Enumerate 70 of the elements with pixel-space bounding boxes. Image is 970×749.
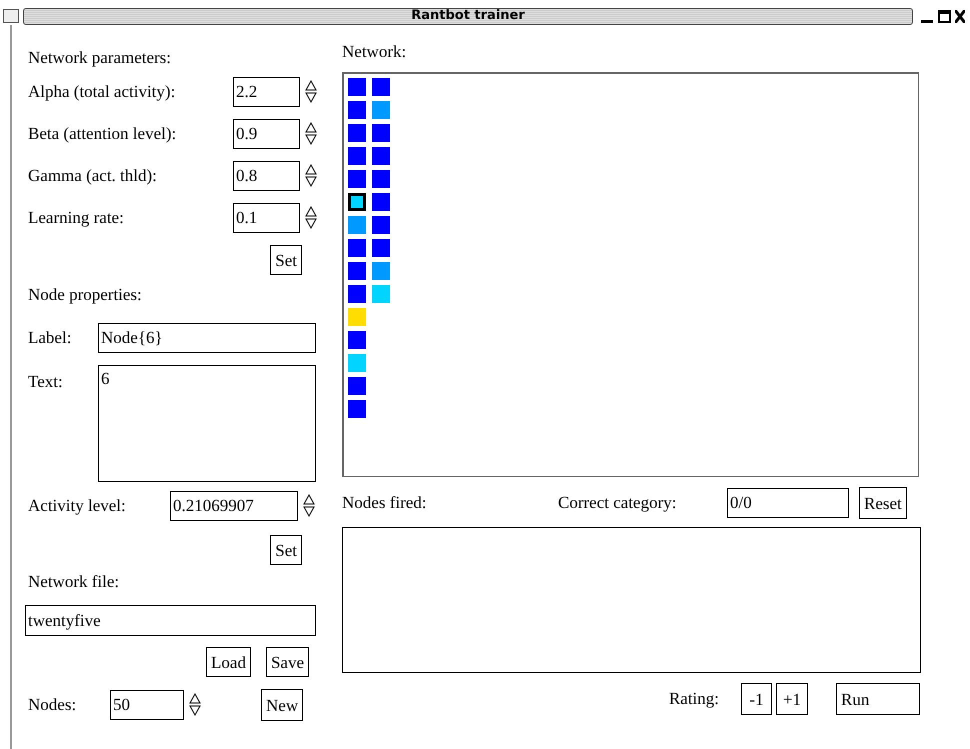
- input-field[interactable]: 2.2: [233, 77, 300, 107]
- network-node[interactable]: [372, 193, 390, 211]
- network-node[interactable]: [372, 78, 390, 96]
- network-node[interactable]: [348, 239, 366, 257]
- network-node[interactable]: [348, 308, 366, 326]
- label: Nodes fired:: [342, 492, 428, 514]
- network-node[interactable]: [348, 124, 366, 142]
- network-node[interactable]: [348, 331, 366, 349]
- network-node[interactable]: [348, 170, 366, 188]
- network-node[interactable]: [372, 262, 390, 280]
- action-button[interactable]: Run: [836, 683, 920, 715]
- network-node[interactable]: [372, 216, 390, 234]
- network-node[interactable]: [348, 354, 366, 372]
- network-node[interactable]: [348, 216, 366, 234]
- network-node[interactable]: [372, 147, 390, 165]
- input-field[interactable]: 0.8: [233, 161, 300, 191]
- close-icon[interactable]: [955, 10, 965, 22]
- label: Alpha (total activity):: [28, 81, 176, 104]
- input-field[interactable]: 0.21069907: [170, 491, 298, 521]
- spinner-arrows-icon[interactable]: [305, 80, 317, 104]
- action-button[interactable]: Set: [270, 245, 302, 275]
- spinner-arrows-icon[interactable]: [189, 693, 201, 717]
- network-node[interactable]: [372, 170, 390, 188]
- network-node[interactable]: [348, 78, 366, 96]
- spinner-arrows-icon[interactable]: [305, 206, 317, 230]
- section-heading: Network:: [342, 41, 406, 64]
- input-field[interactable]: 0.1: [233, 203, 300, 233]
- label: Correct category:: [558, 492, 678, 514]
- section-heading: Network file:: [28, 571, 120, 594]
- label: Nodes:: [28, 694, 78, 716]
- input-field[interactable]: 0.9: [233, 119, 300, 149]
- label: Activity level:: [28, 495, 127, 518]
- network-node[interactable]: [348, 262, 366, 280]
- spinner-arrows-icon[interactable]: [303, 494, 315, 518]
- action-button[interactable]: +1: [776, 683, 808, 715]
- section-heading: Node properties:: [28, 284, 142, 306]
- text-area[interactable]: 6: [98, 365, 316, 482]
- network-node[interactable]: [348, 101, 366, 119]
- network-node[interactable]: [372, 285, 390, 303]
- label: Beta (attention level):: [28, 123, 178, 146]
- section-heading: Network parameters:: [28, 47, 172, 70]
- action-button[interactable]: New: [261, 689, 304, 721]
- network-node[interactable]: [372, 101, 390, 119]
- network-node[interactable]: [348, 377, 366, 395]
- label: Label:: [28, 327, 72, 350]
- spinner-arrows-icon[interactable]: [305, 122, 317, 146]
- network-node[interactable]: [348, 400, 366, 418]
- window-menu-icon[interactable]: [3, 9, 19, 23]
- spinner-arrows-icon[interactable]: [305, 164, 317, 188]
- network-node[interactable]: [372, 239, 390, 257]
- network-node[interactable]: [348, 285, 366, 303]
- action-button[interactable]: Reset: [859, 487, 907, 519]
- input-field[interactable]: 0/0: [727, 488, 849, 518]
- input-field[interactable]: 50: [110, 690, 184, 720]
- maximize-icon[interactable]: [938, 10, 951, 22]
- network-node[interactable]: [348, 147, 366, 165]
- input-field[interactable]: twentyfive: [25, 605, 316, 636]
- action-button[interactable]: -1: [741, 683, 772, 715]
- network-node[interactable]: [348, 193, 366, 211]
- label: Rating:: [668, 688, 719, 710]
- network-node[interactable]: [372, 124, 390, 142]
- label: Learning rate:: [28, 207, 125, 230]
- label: Gamma (act. thld):: [28, 165, 158, 188]
- action-button[interactable]: Load: [206, 647, 251, 677]
- minimize-icon[interactable]: [921, 20, 933, 22]
- action-button[interactable]: Save: [266, 647, 309, 677]
- input-field[interactable]: Node{6}: [98, 323, 316, 353]
- label: Text:: [28, 371, 64, 393]
- action-button[interactable]: Set: [270, 535, 302, 565]
- window-title: Rantbot trainer: [411, 7, 525, 26]
